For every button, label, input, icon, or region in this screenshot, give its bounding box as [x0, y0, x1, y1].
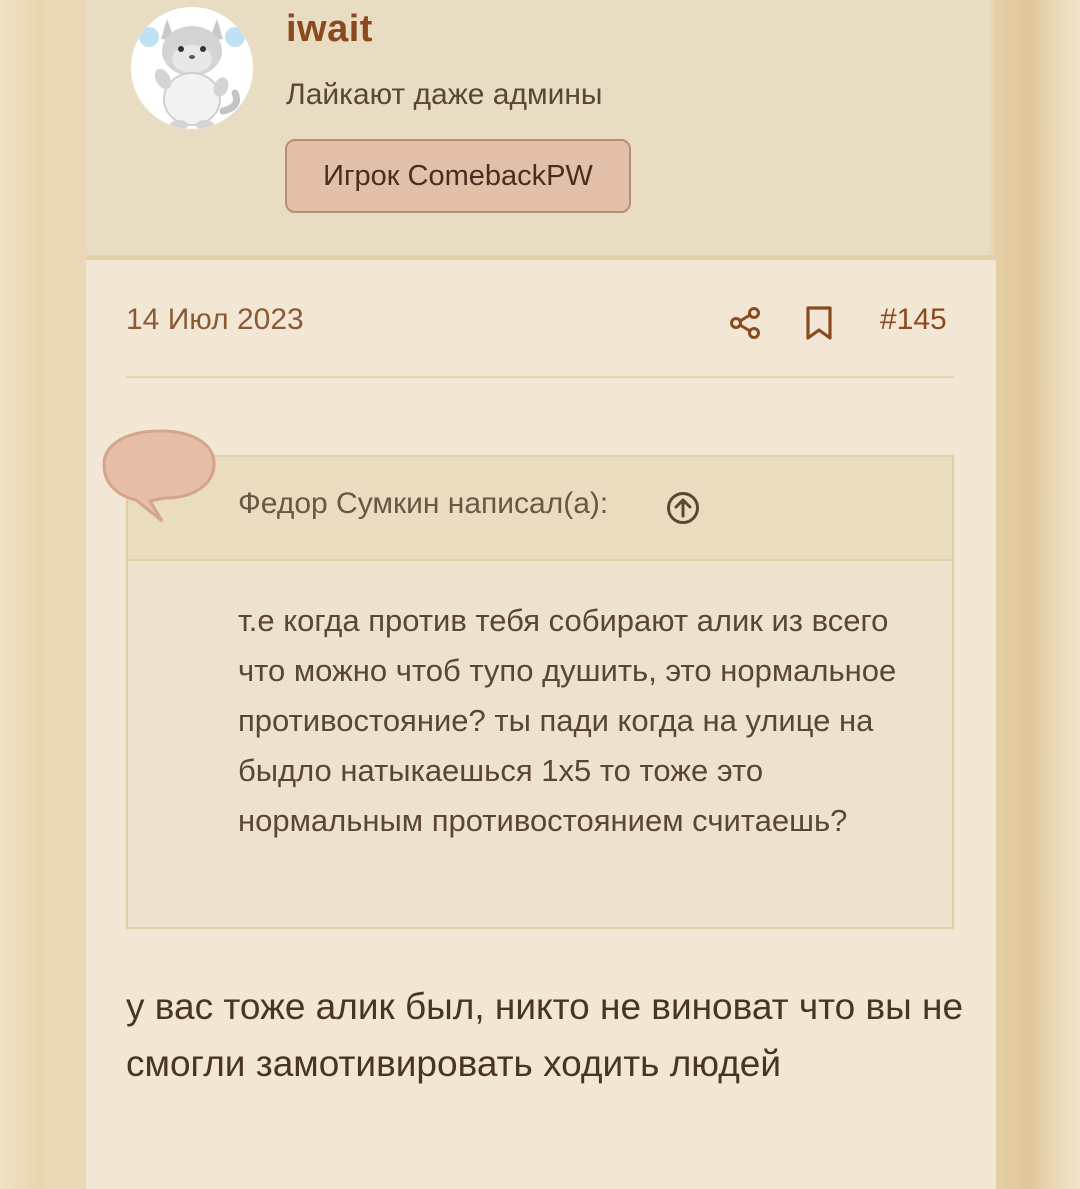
speech-bubble-icon [102, 429, 216, 523]
page-background-left [0, 0, 44, 1189]
post-header-divider [126, 376, 954, 378]
cat-avatar-icon [139, 19, 245, 129]
user-banner-badge: Игрок ComebackPW [285, 139, 631, 213]
post-date-link[interactable]: 14 Июл 2023 [126, 303, 304, 337]
username-link[interactable]: iwait [286, 8, 373, 51]
bookmark-icon[interactable] [802, 304, 836, 342]
user-avatar[interactable] [131, 7, 253, 129]
page-background-right [994, 0, 1080, 1189]
post-number-link[interactable]: #145 [880, 303, 947, 337]
quote-author: Федор Сумкин написал(а): [238, 487, 609, 520]
post-message-body: у вас тоже алик был, никто не виноват чт… [126, 986, 964, 1084]
arrow-up-circle-icon[interactable] [665, 490, 701, 526]
share-icon[interactable] [726, 304, 764, 342]
user-title: Лайкают даже админы [286, 78, 603, 111]
quote-text: т.е когда против тебя собирают алик из в… [238, 603, 897, 838]
